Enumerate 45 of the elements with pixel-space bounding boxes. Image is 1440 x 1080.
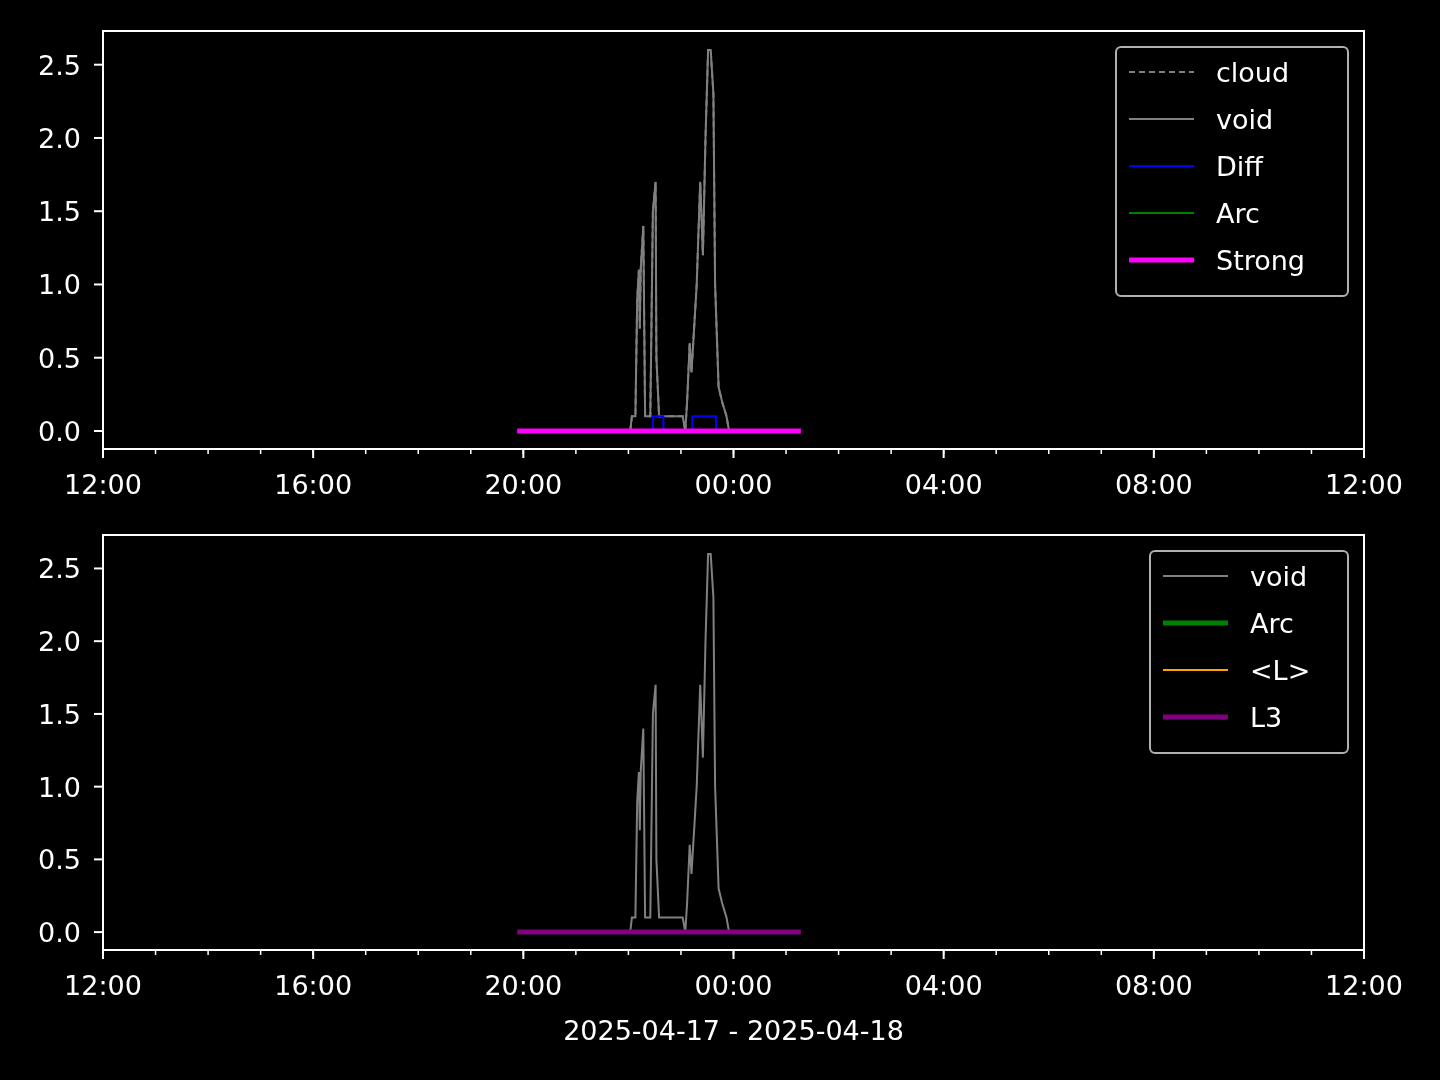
tick-label: 12:00 [1325, 970, 1403, 1001]
legend-label: L3 [1250, 702, 1283, 733]
axis-title: 2025-04-17 - 2025-04-18 [563, 1015, 904, 1046]
tick-label: 2.5 [38, 49, 81, 81]
legend-label: Arc [1250, 608, 1294, 639]
tick-label: 00:00 [694, 970, 773, 1001]
tick-label: 12:00 [1325, 469, 1403, 500]
tick-label: 04:00 [904, 469, 983, 500]
tick-label: 1.5 [38, 196, 81, 228]
legend-label: cloud [1216, 57, 1290, 88]
legend-line [1129, 257, 1194, 263]
tick-label: 0.0 [38, 416, 81, 447]
legend-line [1163, 714, 1228, 720]
tick-label: 20:00 [484, 970, 563, 1001]
tick-label: 1.0 [38, 771, 81, 803]
legend-label: <L> [1250, 655, 1311, 686]
legend-line [1162, 575, 1229, 577]
tick-label: 04:00 [904, 970, 983, 1001]
legend-line [1128, 165, 1195, 167]
tick-label: 0.0 [38, 917, 81, 949]
legend-line [1128, 118, 1195, 120]
legend-label: void [1216, 104, 1274, 135]
legend-label: Diff [1216, 151, 1263, 182]
tick-label: 08:00 [1114, 970, 1193, 1001]
legend-label: Strong [1216, 245, 1305, 276]
legend-label: void [1250, 561, 1308, 592]
legend-line [1128, 71, 1195, 73]
legend-line [1128, 212, 1195, 214]
tick-label: 1.0 [38, 269, 81, 301]
tick-label: 16:00 [274, 970, 353, 1001]
legend-line [1163, 620, 1228, 626]
legend-line [1162, 669, 1229, 671]
tick-label: 00:00 [694, 469, 773, 500]
tick-label: 2.0 [38, 626, 81, 658]
tick-label: 08:00 [1114, 469, 1193, 500]
tick-label: 2.5 [38, 553, 81, 585]
tick-label: 12:00 [64, 970, 142, 1001]
tick-label: 12:00 [64, 469, 142, 500]
tick-label: 2.0 [38, 122, 81, 154]
tick-label: 1.5 [38, 698, 81, 730]
tick-label: 0.5 [38, 342, 81, 374]
legend-label: Arc [1216, 198, 1260, 229]
tick-label: 0.5 [38, 844, 81, 876]
tick-label: 20:00 [484, 469, 563, 500]
tick-label: 16:00 [274, 469, 353, 500]
